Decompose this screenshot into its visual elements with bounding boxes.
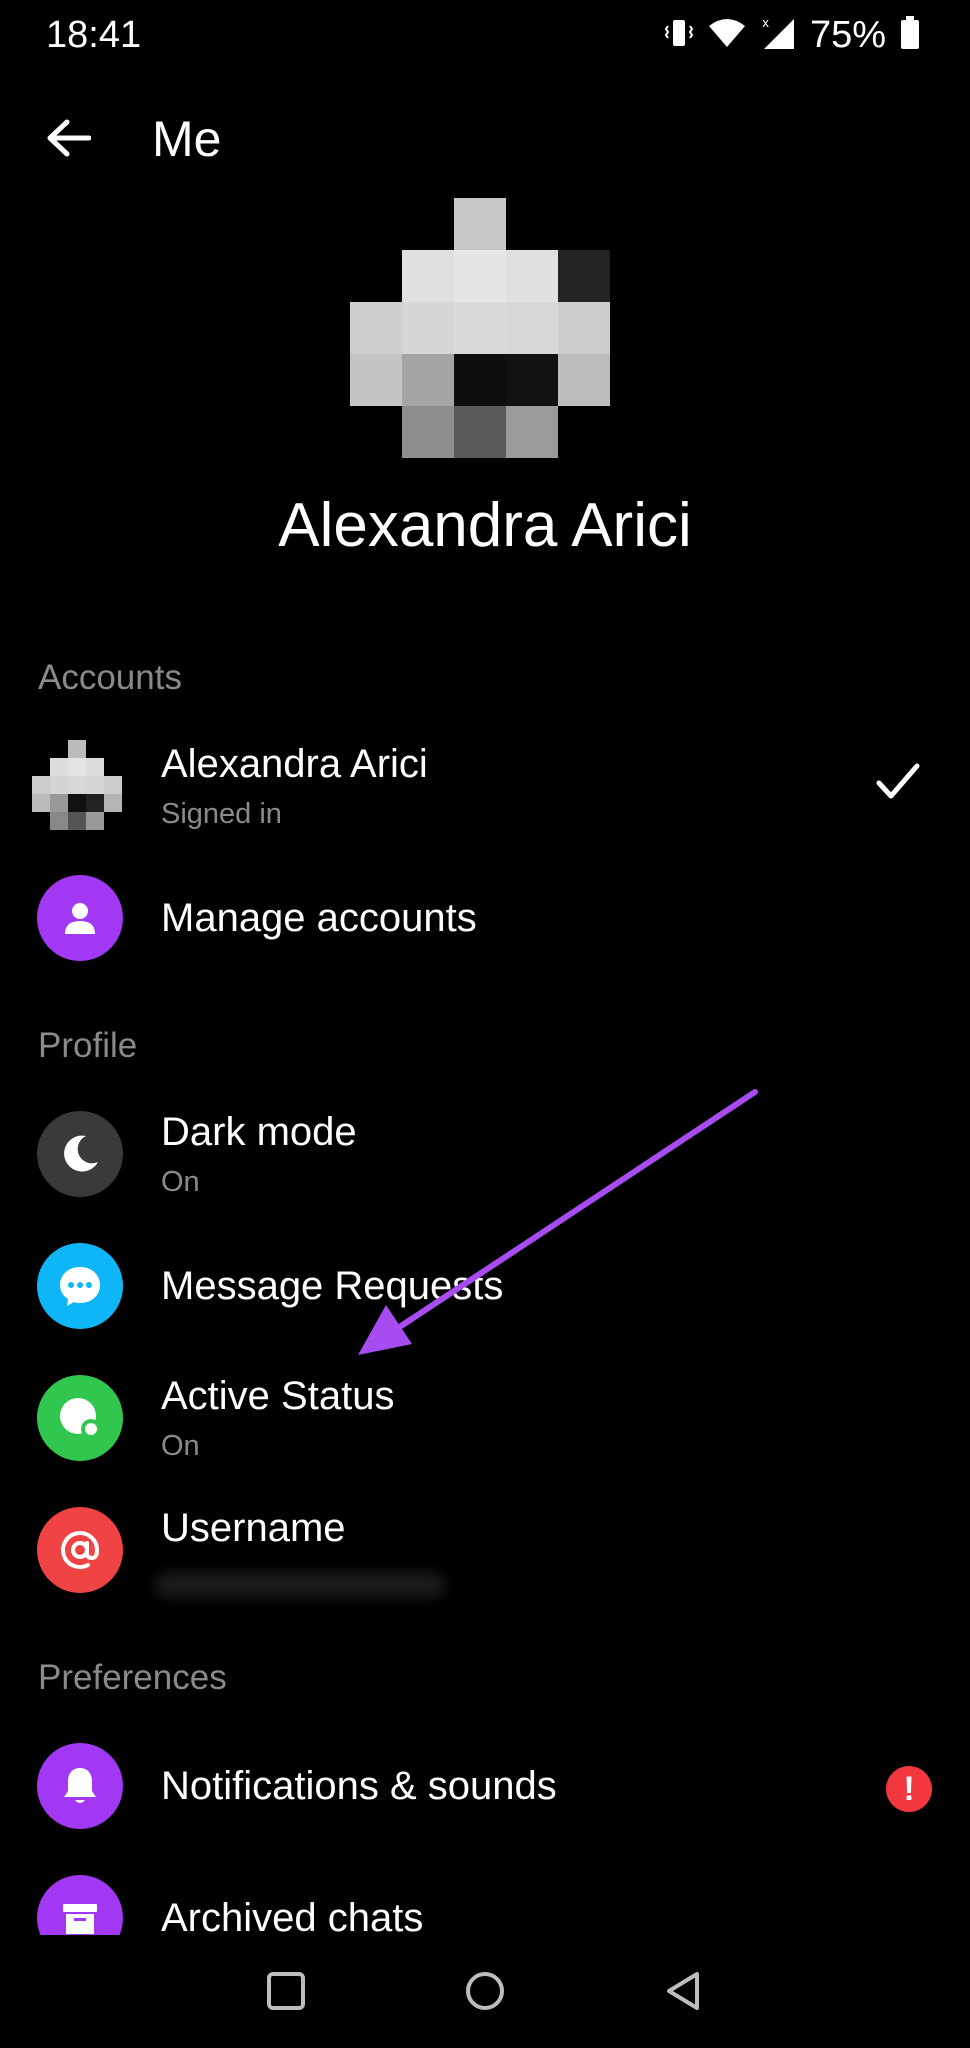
back-button[interactable] [40,112,96,168]
alert-badge: ! [886,1766,932,1812]
arrow-left-icon [45,118,92,163]
section-header-accounts: Accounts [38,658,182,697]
dark-mode-label: Dark mode [161,1110,357,1154]
notifications-row[interactable]: Notifications & sounds ! [0,1726,970,1846]
dark-mode-value: On [161,1166,200,1198]
page-title: Me [152,111,222,167]
bell-icon [37,1743,123,1829]
notifications-label: Notifications & sounds [161,1764,557,1808]
battery-percent: 75% [809,13,886,56]
checkmark-icon [876,762,920,807]
status-time: 18:41 [46,14,142,56]
message-requests-row[interactable]: Message Requests [0,1226,970,1346]
moon-icon [37,1111,123,1197]
status-icons: x 75% [664,12,920,58]
section-header-profile: Profile [38,1026,138,1065]
username-row[interactable]: Username [0,1490,970,1610]
recents-button[interactable] [256,1963,316,2023]
battery-icon [900,15,920,55]
username-label: Username [161,1506,346,1550]
account-row-current[interactable]: Alexandra Arici Signed in [0,726,970,846]
home-button[interactable] [455,1963,515,2023]
profile-avatar[interactable] [350,198,610,458]
vibrate-icon [664,16,694,55]
account-name: Alexandra Arici [161,742,428,786]
triangle-back-icon [664,1970,704,2017]
username-value-redacted [155,1572,445,1598]
chat-bubble-icon [37,1243,123,1329]
status-bar: 18:41 x 75% [0,0,970,72]
account-avatar [32,740,124,832]
account-status: Signed in [161,798,282,830]
at-icon [37,1507,123,1593]
svg-text:x: x [762,16,769,30]
active-status-icon [37,1375,123,1461]
system-nav-bar [0,1935,970,2048]
message-requests-label: Message Requests [161,1264,504,1308]
person-icon [37,875,123,961]
signal-icon: x [760,15,796,56]
wifi-icon [708,17,746,54]
manage-accounts-row[interactable]: Manage accounts [0,858,970,978]
active-status-row[interactable]: Active Status On [0,1358,970,1478]
system-back-button[interactable] [654,1963,714,2023]
circle-icon [464,1970,506,2017]
section-header-preferences: Preferences [38,1658,227,1697]
square-icon [266,1971,306,2016]
dark-mode-row[interactable]: Dark mode On [0,1094,970,1214]
active-status-label: Active Status [161,1374,395,1418]
active-status-value: On [161,1430,200,1462]
manage-accounts-label: Manage accounts [161,896,477,940]
profile-name: Alexandra Arici [278,491,692,560]
